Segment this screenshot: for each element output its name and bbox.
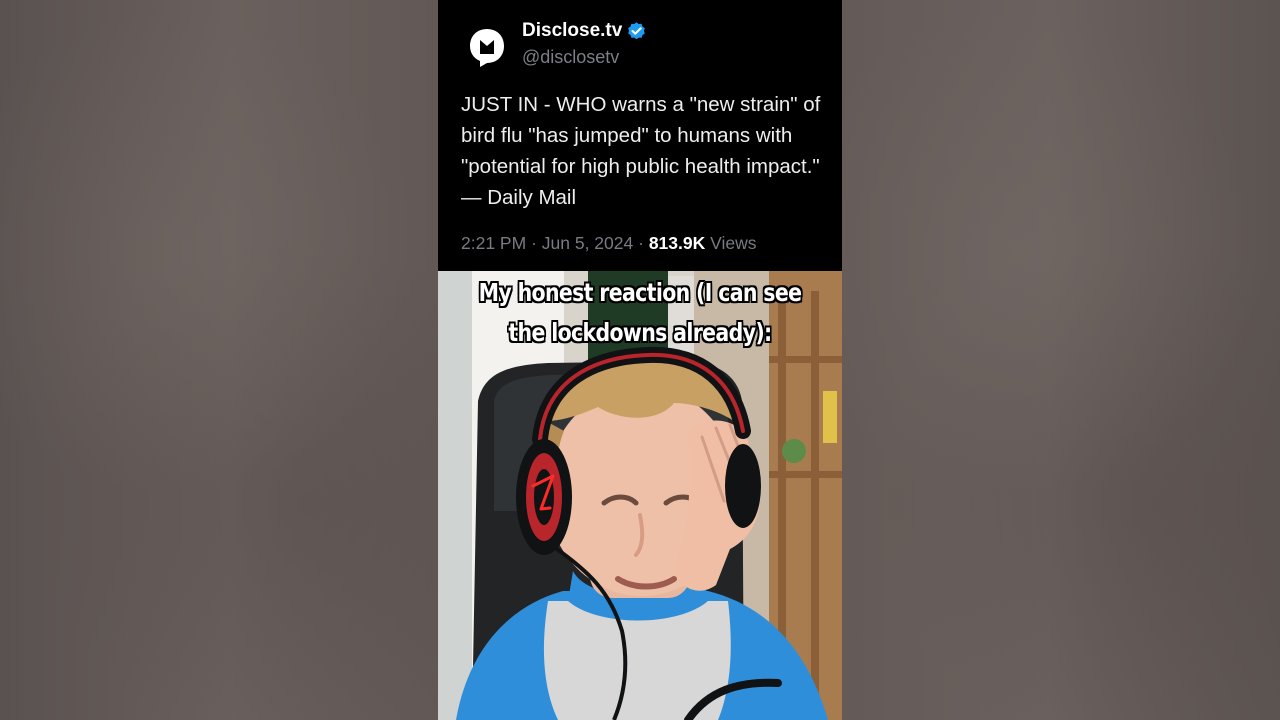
tweet-time: 2:21 PM bbox=[461, 233, 527, 253]
tweet-meta: 2:21 PM · Jun 5, 2024 · 813.9K Views bbox=[461, 233, 757, 254]
blurred-background-left bbox=[0, 0, 438, 720]
views-count: 813.9K bbox=[648, 233, 706, 253]
reaction-video[interactable]: My honest reaction (I can see the lockdo… bbox=[438, 271, 842, 720]
views-label: Views bbox=[710, 233, 757, 253]
verified-badge-icon bbox=[628, 21, 646, 39]
tweet-body-text: JUST IN - WHO warns a "new strain" of bi… bbox=[461, 93, 821, 209]
meta-separator: · bbox=[531, 233, 537, 253]
tweet-card: Disclose.tv @disclosetv JUST IN - WHO wa… bbox=[438, 0, 842, 271]
disclose-logo-icon bbox=[470, 29, 504, 67]
caption-line-2: the lockdowns already): bbox=[508, 318, 772, 347]
video-caption: My honest reaction (I can see the lockdo… bbox=[474, 273, 805, 353]
shorts-viewer: Disclose.tv @disclosetv JUST IN - WHO wa… bbox=[0, 0, 1280, 720]
author-name-row[interactable]: Disclose.tv bbox=[522, 20, 647, 42]
blurred-background-right bbox=[842, 0, 1280, 720]
author-name[interactable]: Disclose.tv bbox=[522, 20, 622, 42]
short-video-frame[interactable]: Disclose.tv @disclosetv JUST IN - WHO wa… bbox=[438, 0, 842, 720]
caption-line-1: My honest reaction (I can see bbox=[478, 278, 802, 307]
tweet-date: Jun 5, 2024 bbox=[541, 233, 634, 253]
author-handle[interactable]: @disclosetv bbox=[522, 47, 619, 68]
meta-separator: · bbox=[638, 233, 644, 253]
